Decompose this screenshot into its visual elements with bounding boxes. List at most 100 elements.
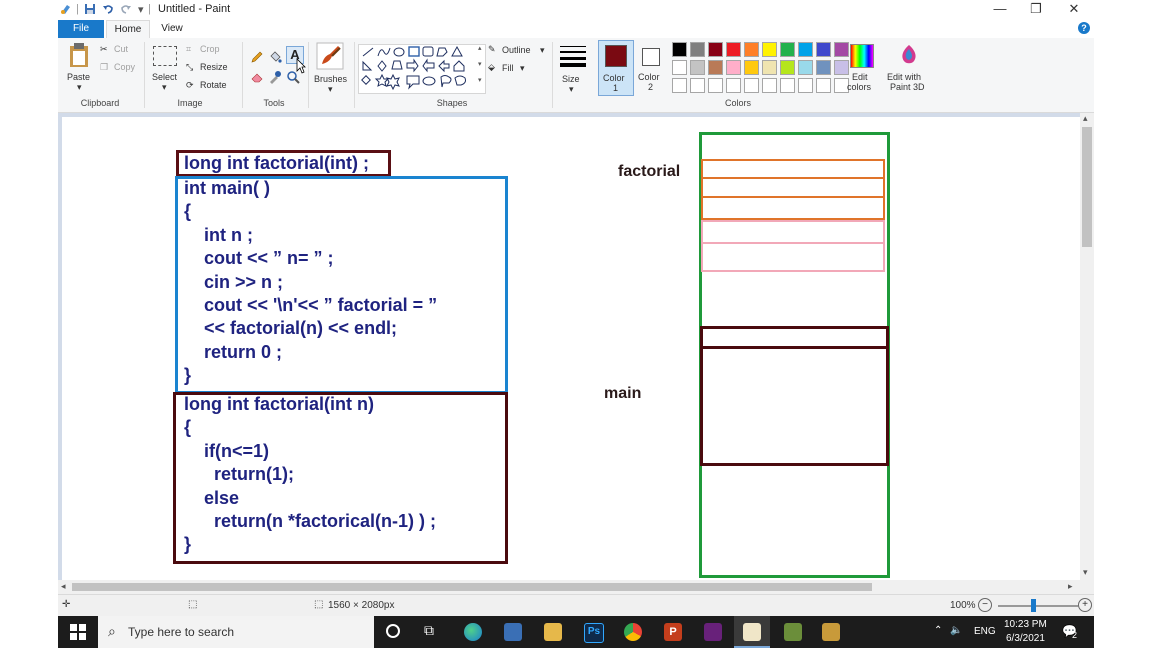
palette-color-swatch[interactable] [708, 42, 723, 57]
undo-icon[interactable] [102, 3, 114, 17]
palette-color-swatch[interactable] [816, 60, 831, 75]
minimize-button[interactable]: — [982, 0, 1018, 20]
app-icon[interactable] [822, 623, 840, 641]
chevron-down-icon: ▾ [328, 84, 333, 94]
edge-icon[interactable] [464, 623, 482, 641]
horizontal-scroll-thumb[interactable] [72, 583, 872, 591]
clock-date[interactable]: 6/3/2021 [1006, 633, 1045, 644]
palette-color-swatch[interactable] [762, 42, 777, 57]
palette-color-swatch[interactable] [708, 60, 723, 75]
save-icon[interactable] [84, 3, 96, 17]
palette-color-swatch[interactable] [798, 42, 813, 57]
redo-icon[interactable] [120, 3, 132, 17]
palette-color-swatch[interactable] [690, 60, 705, 75]
size-button[interactable]: Size ▾ [558, 40, 588, 94]
scroll-up-icon[interactable]: ▴ [478, 44, 482, 52]
horizontal-scrollbar[interactable]: ◂ ▸ [58, 580, 1080, 594]
outline-button[interactable]: Outline [502, 45, 531, 55]
photoshop-icon[interactable]: Ps [584, 623, 604, 643]
palette-custom-slot[interactable] [798, 78, 813, 93]
powerpoint-icon[interactable]: P [664, 623, 682, 641]
palette-color-swatch[interactable] [780, 60, 795, 75]
color1-button[interactable]: Color 1 [598, 40, 634, 96]
palette-color-swatch[interactable] [690, 42, 705, 57]
scroll-up-arrow-icon[interactable]: ▴ [1083, 113, 1088, 124]
vertical-scroll-thumb[interactable] [1082, 127, 1092, 247]
tray-chevron-up-icon[interactable]: ⌃ [934, 625, 942, 636]
chevron-down-icon: ▾ [540, 45, 545, 55]
color-picker-icon[interactable] [268, 70, 282, 89]
palette-color-swatch[interactable] [672, 60, 687, 75]
edit-with-paint3d-button[interactable]: Edit with Paint 3D [884, 40, 932, 94]
code-line: cin >> n ; [184, 271, 284, 292]
brushes-button[interactable]: Brushes ▾ [312, 40, 350, 94]
palette-custom-slot[interactable] [708, 78, 723, 93]
palette-custom-slot[interactable] [816, 78, 831, 93]
palette-color-swatch[interactable] [726, 42, 741, 57]
windows-start-icon[interactable] [70, 624, 86, 645]
palette-color-swatch[interactable] [780, 42, 795, 57]
color2-button[interactable]: Color 2 [634, 40, 668, 94]
customize-toolbar-icon[interactable]: ▾ [138, 3, 144, 17]
resize-button[interactable]: Resize [200, 62, 228, 72]
expand-gallery-icon[interactable]: ▾ [478, 76, 482, 84]
code-line: { [184, 201, 192, 222]
fill-bucket-icon[interactable] [268, 50, 282, 69]
rotate-button[interactable]: Rotate [200, 80, 227, 90]
scroll-right-arrow-icon[interactable]: ▸ [1068, 581, 1073, 592]
scroll-left-arrow-icon[interactable]: ◂ [61, 581, 66, 592]
clock-time[interactable]: 10:23 PM [1004, 619, 1047, 630]
palette-custom-slot[interactable] [744, 78, 759, 93]
paste-button[interactable]: Paste ▾ [64, 40, 94, 94]
cortana-icon[interactable] [386, 624, 400, 638]
scroll-down-icon[interactable]: ▾ [478, 60, 482, 68]
maximize-button[interactable]: ❐ [1018, 0, 1054, 20]
canvas-size-icon: ⬚ [314, 599, 324, 610]
language-indicator[interactable]: ENG [974, 626, 996, 637]
shapes-gallery[interactable] [358, 44, 486, 94]
scroll-down-arrow-icon[interactable]: ▾ [1083, 567, 1088, 578]
eraser-icon[interactable] [250, 70, 264, 89]
edit-colors-button[interactable]: Edit colors [844, 40, 878, 94]
palette-custom-slot[interactable] [690, 78, 705, 93]
snip-tool-icon[interactable] [784, 623, 802, 641]
tab-file[interactable]: File [58, 20, 104, 38]
palette-color-swatch[interactable] [798, 60, 813, 75]
palette-color-swatch[interactable] [816, 42, 831, 57]
chevron-down-icon: ▾ [569, 84, 574, 94]
tab-view[interactable]: View [154, 20, 190, 38]
close-button[interactable]: ✕ [1056, 0, 1092, 20]
select-button[interactable]: Select ▾ [150, 40, 180, 94]
palette-color-swatch[interactable] [744, 60, 759, 75]
palette-color-swatch[interactable] [726, 60, 741, 75]
fill-button[interactable]: Fill [502, 63, 514, 73]
drawing-canvas[interactable]: long int factorial(int) ; int main( ) { i… [62, 117, 1080, 580]
zoom-out-button[interactable]: − [978, 598, 992, 612]
vertical-scrollbar[interactable]: ▴ ▾ [1080, 113, 1094, 580]
tab-home[interactable]: Home [106, 20, 150, 39]
palette-color-swatch[interactable] [672, 42, 687, 57]
visual-studio-icon[interactable] [704, 623, 722, 641]
help-icon[interactable]: ? [1078, 22, 1090, 34]
cut-button[interactable]: Cut [114, 44, 128, 54]
image-group-label: Image [177, 98, 203, 108]
volume-icon[interactable]: 🔈 [950, 625, 962, 636]
zoom-slider[interactable] [998, 605, 1078, 607]
taskbar-search-box[interactable]: ⌕ Type here to search [98, 616, 374, 648]
crop-button[interactable]: Crop [200, 44, 220, 54]
pencil-icon[interactable] [250, 50, 264, 69]
copy-button[interactable]: Copy [114, 62, 135, 72]
palette-color-swatch[interactable] [762, 60, 777, 75]
zoom-slider-thumb[interactable] [1031, 599, 1036, 612]
palette-custom-slot[interactable] [672, 78, 687, 93]
zoom-in-button[interactable]: + [1078, 598, 1092, 612]
task-view-icon[interactable]: ⧉ [424, 622, 434, 639]
palette-color-swatch[interactable] [744, 42, 759, 57]
palette-custom-slot[interactable] [780, 78, 795, 93]
store-icon[interactable] [504, 623, 522, 641]
palette-custom-slot[interactable] [762, 78, 777, 93]
taskbar-paint-active[interactable] [734, 616, 770, 648]
chrome-icon[interactable] [624, 623, 642, 641]
palette-custom-slot[interactable] [726, 78, 741, 93]
file-explorer-icon[interactable] [544, 623, 562, 641]
